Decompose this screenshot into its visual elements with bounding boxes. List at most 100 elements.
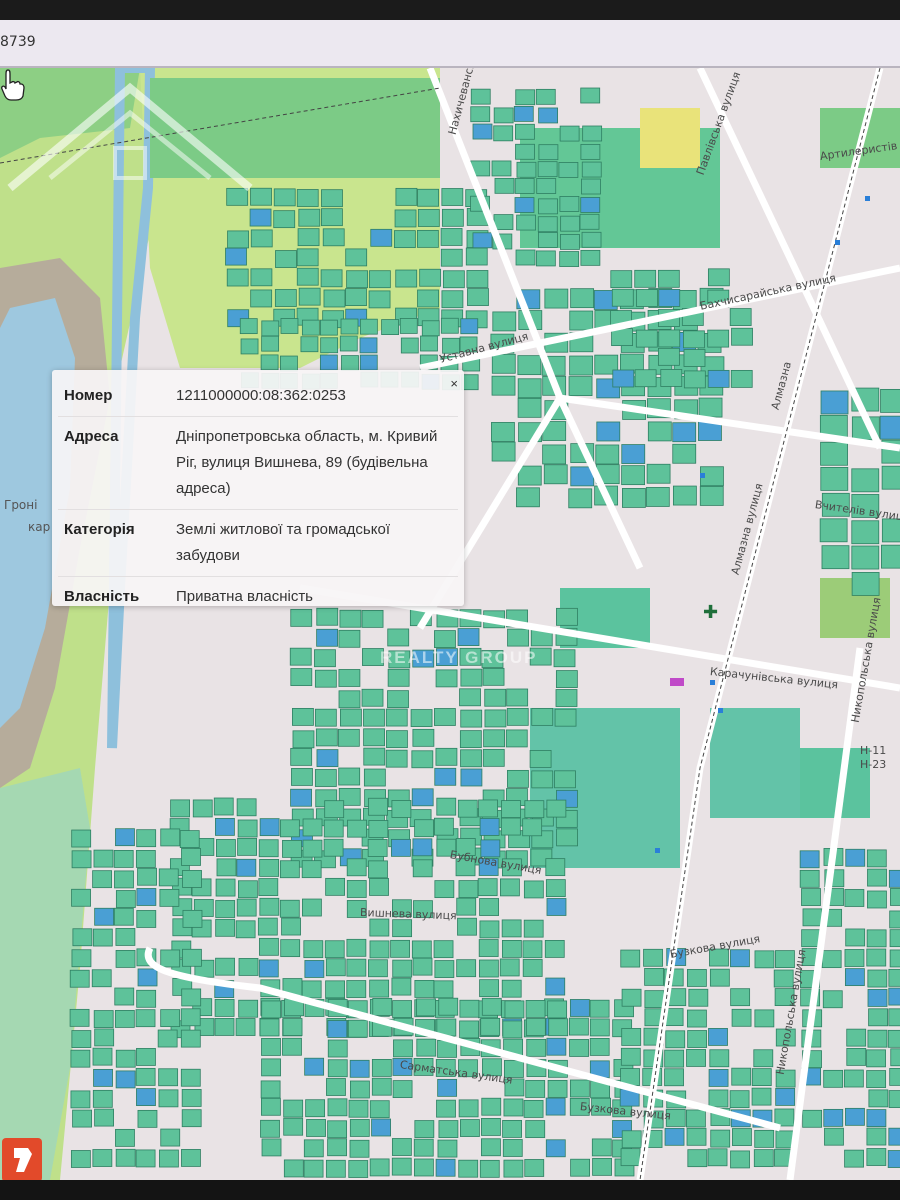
land-parcel[interactable] xyxy=(821,950,842,969)
land-parcel[interactable] xyxy=(180,1008,201,1027)
land-parcel[interactable] xyxy=(346,958,367,977)
land-parcel[interactable] xyxy=(436,797,457,816)
land-parcel[interactable] xyxy=(391,838,411,857)
land-parcel[interactable] xyxy=(363,768,386,787)
land-parcel[interactable] xyxy=(558,162,579,178)
land-parcel[interactable] xyxy=(213,797,234,816)
land-parcel[interactable] xyxy=(823,1108,844,1127)
land-parcel[interactable] xyxy=(325,1159,346,1178)
land-parcel[interactable] xyxy=(823,1069,844,1088)
land-parcel[interactable] xyxy=(555,689,578,707)
land-parcel[interactable] xyxy=(412,957,433,976)
land-parcel[interactable] xyxy=(303,940,324,959)
land-parcel[interactable] xyxy=(531,770,554,789)
land-parcel[interactable] xyxy=(369,940,390,959)
land-parcel[interactable] xyxy=(301,860,322,879)
land-parcel[interactable] xyxy=(182,948,202,967)
land-parcel[interactable] xyxy=(516,214,537,231)
land-parcel[interactable] xyxy=(226,268,249,287)
land-parcel[interactable] xyxy=(620,949,641,968)
land-parcel[interactable] xyxy=(368,270,391,289)
land-parcel[interactable] xyxy=(348,1160,369,1178)
land-parcel[interactable] xyxy=(845,928,866,947)
land-parcel[interactable] xyxy=(754,1009,775,1028)
land-parcel[interactable] xyxy=(320,269,343,288)
land-parcel[interactable] xyxy=(296,189,319,207)
land-parcel[interactable] xyxy=(237,837,258,856)
land-parcel[interactable] xyxy=(459,999,480,1018)
land-parcel[interactable] xyxy=(457,799,478,818)
land-parcel[interactable] xyxy=(115,950,136,968)
land-parcel[interactable] xyxy=(559,196,580,212)
app-launcher-icon[interactable] xyxy=(2,1138,42,1182)
land-parcel[interactable] xyxy=(621,465,646,486)
land-parcel[interactable] xyxy=(889,1067,900,1086)
land-parcel[interactable] xyxy=(363,708,385,727)
land-parcel[interactable] xyxy=(888,869,900,888)
land-parcel[interactable] xyxy=(137,867,157,886)
land-parcel[interactable] xyxy=(820,467,849,491)
land-parcel[interactable] xyxy=(491,375,516,396)
land-parcel[interactable] xyxy=(113,907,134,926)
land-parcel[interactable] xyxy=(283,1117,304,1136)
land-parcel[interactable] xyxy=(493,125,514,142)
land-parcel[interactable] xyxy=(554,708,577,727)
land-parcel[interactable] xyxy=(346,858,367,877)
land-parcel[interactable] xyxy=(478,959,499,978)
land-parcel[interactable] xyxy=(477,878,498,897)
land-parcel[interactable] xyxy=(480,1017,501,1036)
land-parcel[interactable] xyxy=(371,1118,391,1137)
land-parcel[interactable] xyxy=(866,1070,887,1088)
land-parcel[interactable] xyxy=(259,937,279,956)
land-parcel[interactable] xyxy=(349,1059,370,1078)
land-parcel[interactable] xyxy=(460,1119,480,1137)
land-parcel[interactable] xyxy=(385,708,408,727)
land-parcel[interactable] xyxy=(569,310,594,331)
land-parcel[interactable] xyxy=(280,318,299,334)
land-parcel[interactable] xyxy=(239,318,258,335)
land-parcel[interactable] xyxy=(214,1018,235,1036)
land-parcel[interactable] xyxy=(261,1058,281,1077)
land-parcel[interactable] xyxy=(687,1009,707,1028)
land-parcel[interactable] xyxy=(437,1078,458,1097)
land-parcel[interactable] xyxy=(440,317,459,334)
land-parcel[interactable] xyxy=(393,1039,413,1058)
land-parcel[interactable] xyxy=(545,977,566,996)
land-parcel[interactable] xyxy=(215,957,235,976)
land-parcel[interactable] xyxy=(646,463,671,484)
land-parcel[interactable] xyxy=(136,1048,156,1066)
land-parcel[interactable] xyxy=(160,828,181,847)
land-parcel[interactable] xyxy=(821,545,850,570)
land-parcel[interactable] xyxy=(504,1000,525,1019)
land-parcel[interactable] xyxy=(591,1138,612,1157)
land-parcel[interactable] xyxy=(501,800,521,818)
land-parcel[interactable] xyxy=(411,788,434,807)
land-parcel[interactable] xyxy=(433,940,454,959)
land-parcel[interactable] xyxy=(215,878,236,897)
land-parcel[interactable] xyxy=(730,988,751,1007)
land-parcel[interactable] xyxy=(460,668,483,687)
land-parcel[interactable] xyxy=(261,1138,282,1157)
land-parcel[interactable] xyxy=(361,688,384,707)
land-parcel[interactable] xyxy=(435,669,458,688)
land-parcel[interactable] xyxy=(686,969,707,987)
land-parcel[interactable] xyxy=(491,160,512,177)
land-parcel[interactable] xyxy=(866,929,887,948)
land-parcel[interactable] xyxy=(412,838,433,857)
land-parcel[interactable] xyxy=(280,355,298,372)
land-parcel[interactable] xyxy=(215,918,236,937)
land-parcel[interactable] xyxy=(181,1089,202,1107)
land-parcel[interactable] xyxy=(459,1020,480,1039)
land-parcel[interactable] xyxy=(314,708,337,727)
land-parcel[interactable] xyxy=(338,629,361,648)
land-parcel[interactable] xyxy=(484,688,507,707)
land-parcel[interactable] xyxy=(368,959,388,978)
cadastral-map[interactable]: ✚ Нахичеванська вулиця Павлівська вулиця… xyxy=(0,68,900,1180)
land-parcel[interactable] xyxy=(350,1080,370,1099)
land-parcel[interactable] xyxy=(240,338,259,355)
land-parcel[interactable] xyxy=(416,229,439,248)
land-parcel[interactable] xyxy=(481,1118,501,1136)
land-parcel[interactable] xyxy=(866,849,887,868)
land-parcel[interactable] xyxy=(290,747,313,766)
land-parcel[interactable] xyxy=(419,268,442,287)
